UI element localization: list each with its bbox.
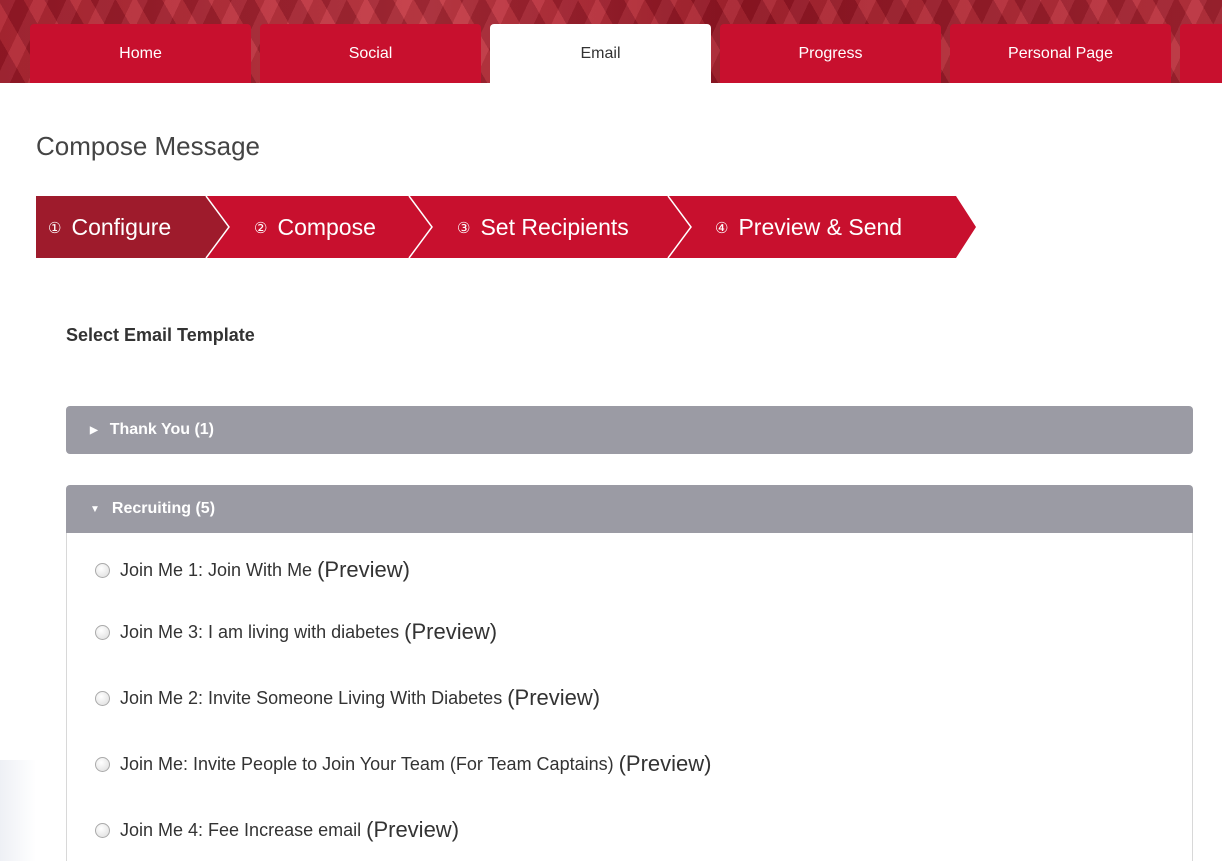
accordion-recruiting[interactable]: ▼ Recruiting (5) — [66, 485, 1193, 533]
wizard-step-set-recipients[interactable]: ③ Set Recipients — [457, 196, 629, 258]
page-title: Compose Message — [36, 131, 260, 161]
template-radio[interactable] — [95, 822, 110, 838]
template-option: Join Me: Invite People to Join Your Team… — [95, 751, 712, 777]
step-label: Set Recipients — [480, 213, 629, 240]
template-preview-link[interactable]: (Preview) — [317, 557, 410, 583]
template-option: Join Me 1: Join With Me (Preview) — [95, 557, 410, 583]
template-name: Join Me 3: I am living with diabetes — [120, 621, 400, 642]
tab-overflow[interactable] — [1180, 24, 1222, 83]
step-number: ② — [254, 220, 268, 237]
template-name: Join Me 1: Join With Me — [120, 559, 313, 580]
template-radio[interactable] — [95, 690, 110, 706]
accordion-thank-you[interactable]: ▶ Thank You (1) — [66, 406, 1193, 454]
template-name: Join Me 2: Invite Someone Living With Di… — [120, 687, 503, 708]
template-preview-link[interactable]: (Preview) — [619, 751, 712, 777]
wizard-step-preview-send[interactable]: ④ Preview & Send — [715, 196, 902, 258]
template-option: Join Me 4: Fee Increase email (Preview) — [95, 817, 459, 843]
recruiting-templates-list: Join Me 1: Join With Me (Preview) Join M… — [66, 533, 1193, 861]
caret-right-icon: ▶ — [90, 424, 98, 436]
template-preview-link[interactable]: (Preview) — [404, 619, 497, 645]
template-name: Join Me 4: Fee Increase email — [120, 819, 362, 840]
step-label: Compose — [277, 213, 376, 240]
wizard-steps: ① Configure ② Compose ③ Set Recipients ④… — [36, 196, 976, 258]
caret-down-icon: ▼ — [90, 503, 100, 515]
wizard-step-compose[interactable]: ② Compose — [254, 196, 376, 258]
template-radio[interactable] — [95, 624, 110, 640]
tab-social[interactable]: Social — [260, 24, 481, 83]
wizard-step-configure[interactable]: ① Configure — [48, 196, 171, 258]
template-option: Join Me 3: I am living with diabetes (Pr… — [95, 619, 497, 645]
tab-progress[interactable]: Progress — [720, 24, 941, 83]
template-radio[interactable] — [95, 562, 110, 578]
step-label: Configure — [71, 213, 172, 240]
tab-home[interactable]: Home — [30, 24, 251, 83]
accordion-label: Thank You (1) — [109, 421, 215, 438]
step-number: ④ — [715, 220, 729, 237]
template-radio[interactable] — [95, 756, 110, 772]
template-preview-link[interactable]: (Preview) — [507, 685, 600, 711]
template-preview-link[interactable]: (Preview) — [366, 817, 459, 843]
edge-shadow — [0, 760, 36, 861]
accordion-label: Recruiting (5) — [111, 500, 216, 517]
tab-email[interactable]: Email — [490, 24, 711, 84]
step-label: Preview & Send — [738, 213, 903, 240]
template-option: Join Me 2: Invite Someone Living With Di… — [95, 685, 600, 711]
section-label: Select Email Template — [66, 325, 255, 345]
tab-personal-page[interactable]: Personal Page — [950, 24, 1171, 83]
template-name: Join Me: Invite People to Join Your Team… — [120, 753, 614, 774]
step-number: ③ — [457, 220, 471, 237]
step-number: ① — [48, 220, 62, 237]
